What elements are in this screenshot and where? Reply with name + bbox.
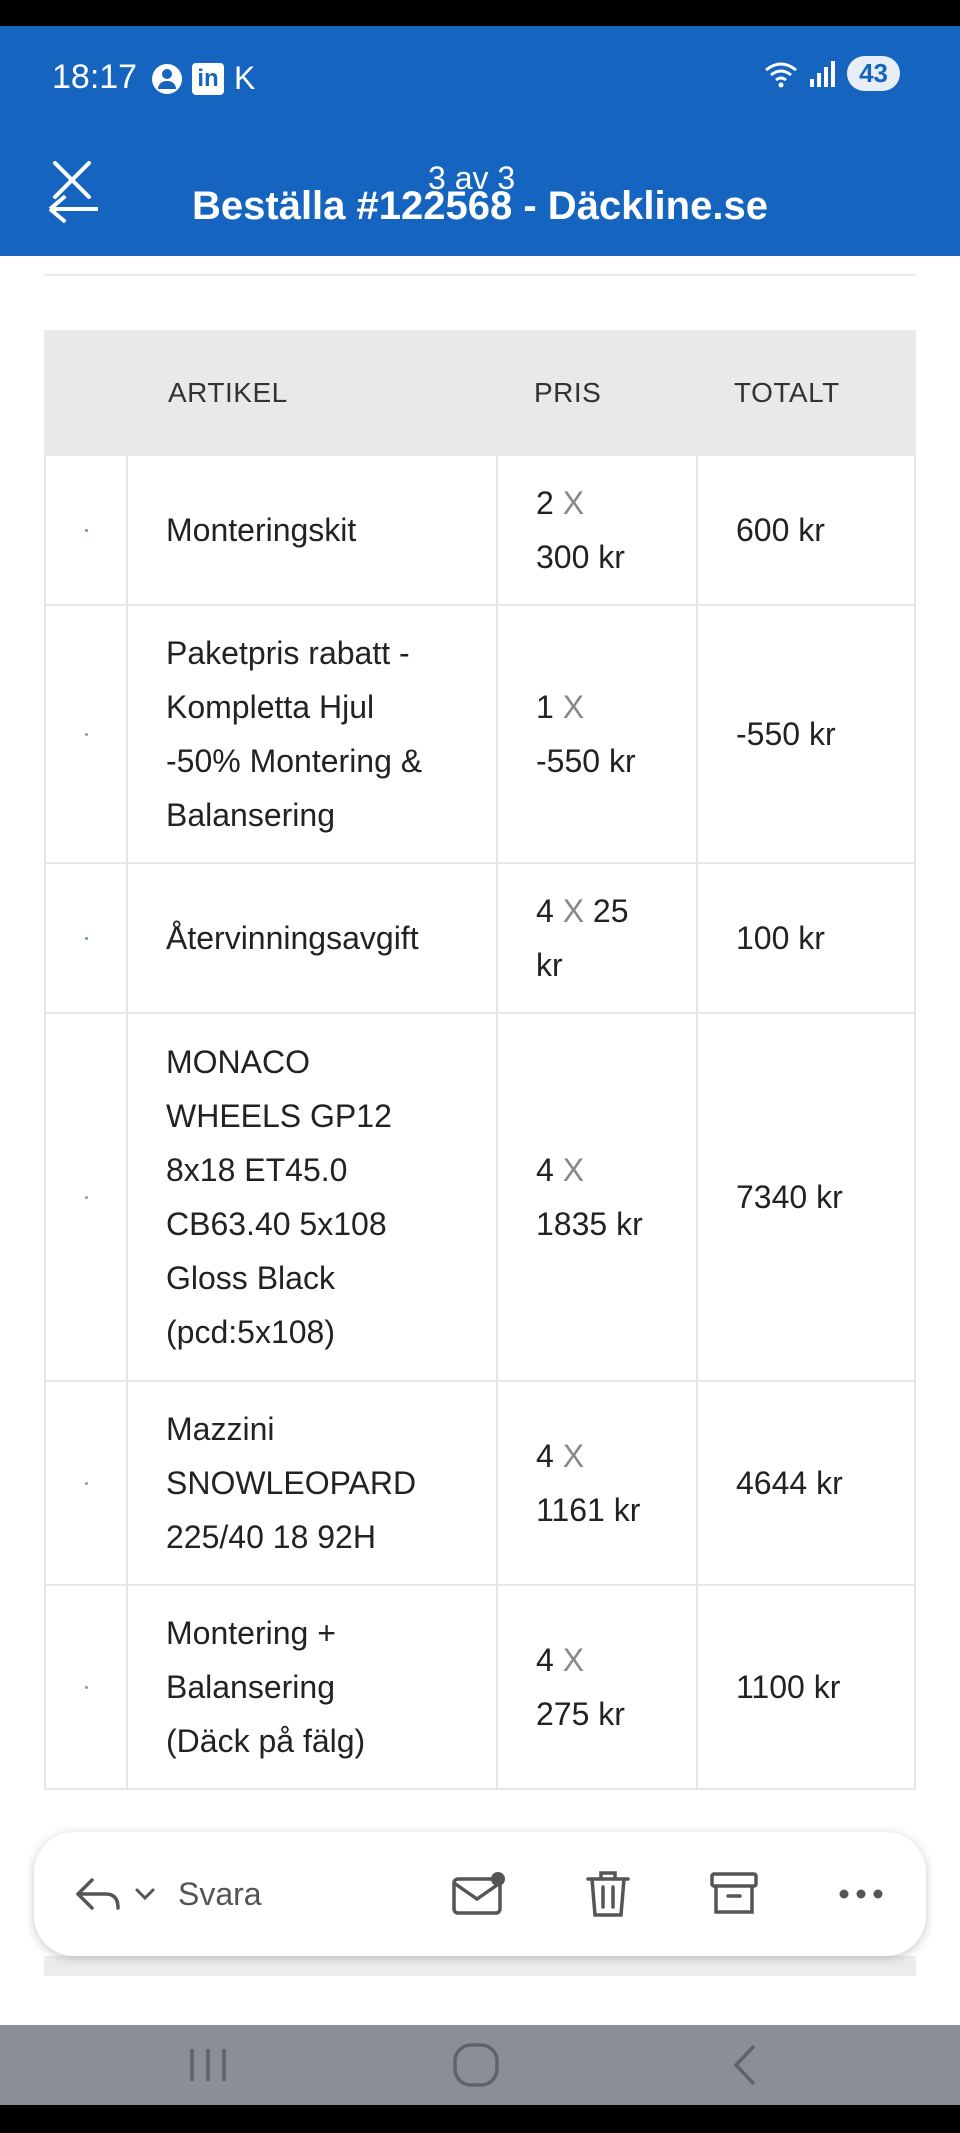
article-name: Återvinningsavgift	[166, 920, 419, 956]
table-row: MONACO WHEELS GP12 8x18 ET45.0 CB63.40 5…	[44, 1014, 916, 1382]
row-thumbnail	[84, 1481, 88, 1485]
unit-price: 4 X 25 kr	[536, 893, 629, 983]
row-total: 7340 kr	[736, 1179, 843, 1215]
status-time: 18:17	[52, 58, 138, 96]
table-header: ARTIKEL PRIS TOTALT	[44, 330, 916, 456]
table-row: Monteringskit 2 X 300 kr 600 kr	[44, 456, 916, 606]
header-total: TOTALT	[734, 377, 840, 408]
back-arrow-icon[interactable]	[48, 194, 100, 224]
article-name: Paketpris rabatt - Kompletta Hjul -50% M…	[166, 635, 423, 833]
nav-back-button[interactable]	[730, 2025, 760, 2105]
more-button[interactable]	[838, 1832, 884, 1956]
row-total: 4644 kr	[736, 1465, 843, 1501]
more-icon[interactable]	[838, 1887, 884, 1901]
row-total: -550 kr	[736, 716, 836, 752]
status-icons: in K	[152, 60, 255, 97]
recents-icon[interactable]	[186, 2045, 230, 2085]
unit-price: 4 X 275 kr	[536, 1642, 625, 1732]
archive-icon[interactable]	[708, 1868, 760, 1920]
battery-badge: 43	[847, 56, 900, 91]
chevron-down-icon[interactable]	[130, 1879, 160, 1909]
table-row: Montering + Balansering (Däck på fälg) 4…	[44, 1586, 916, 1790]
home-button[interactable]	[452, 2025, 500, 2105]
recents-button[interactable]	[186, 2025, 230, 2105]
row-total: 1100 kr	[736, 1669, 841, 1705]
row-total: 600 kr	[736, 512, 825, 548]
wifi-icon	[765, 62, 798, 87]
divider	[44, 274, 916, 276]
order-table: ARTIKEL PRIS TOTALT Monteringskit 2 X 30…	[44, 330, 916, 1790]
unit-price: 1 X -550 kr	[536, 689, 636, 779]
app-header: 18:17 in K 43 3 av 3 Beställa #122568 - …	[0, 26, 960, 256]
unit-price: 4 X 1161 kr	[536, 1438, 641, 1528]
page-title: Beställa #122568 - Däckline.se	[192, 184, 768, 228]
status-k-label: K	[234, 60, 256, 96]
trash-icon[interactable]	[582, 1867, 634, 1921]
row-total: 100 kr	[736, 920, 825, 956]
top-edge	[0, 0, 960, 26]
nav-back-icon[interactable]	[730, 2042, 760, 2088]
reply-icon[interactable]	[72, 1874, 124, 1914]
row-thumbnail	[84, 936, 88, 940]
article-name: Mazzini SNOWLEOPARD 225/40 18 92H	[166, 1411, 417, 1555]
bottom-edge	[0, 2105, 960, 2133]
home-icon[interactable]	[452, 2042, 500, 2088]
article-name: Montering + Balansering (Däck på fälg)	[166, 1615, 366, 1759]
row-thumbnail	[84, 1195, 88, 1199]
header-article: ARTIKEL	[168, 377, 288, 408]
header-price: PRIS	[534, 377, 602, 408]
row-thumbnail	[84, 732, 88, 736]
row-thumbnail	[84, 1685, 88, 1689]
content-bottom-strip	[44, 1956, 916, 1976]
account-icon	[152, 63, 182, 94]
article-name: Monteringskit	[166, 512, 357, 548]
reply-button[interactable]: Svara	[72, 1832, 262, 1956]
archive-button[interactable]	[708, 1832, 760, 1956]
mark-unread-icon[interactable]	[450, 1869, 508, 1919]
table-row: Återvinningsavgift 4 X 25 kr 100 kr	[44, 864, 916, 1014]
table-row: Paketpris rabatt - Kompletta Hjul -50% M…	[44, 606, 916, 864]
signal-icon	[810, 60, 836, 87]
reply-label[interactable]: Svara	[178, 1876, 262, 1913]
linkedin-icon: in	[192, 62, 224, 95]
row-thumbnail	[84, 528, 88, 532]
unit-price: 4 X 1835 kr	[536, 1152, 643, 1242]
action-bar: Svara	[34, 1832, 926, 1956]
table-row: Mazzini SNOWLEOPARD 225/40 18 92H 4 X 11…	[44, 1382, 916, 1586]
status-right: 43	[764, 56, 900, 91]
system-navigation-bar	[0, 2025, 960, 2105]
unit-price: 2 X 300 kr	[536, 485, 625, 575]
delete-button[interactable]	[582, 1832, 634, 1956]
article-name: MONACO WHEELS GP12 8x18 ET45.0 CB63.40 5…	[166, 1044, 392, 1350]
mark-unread-button[interactable]	[450, 1832, 508, 1956]
